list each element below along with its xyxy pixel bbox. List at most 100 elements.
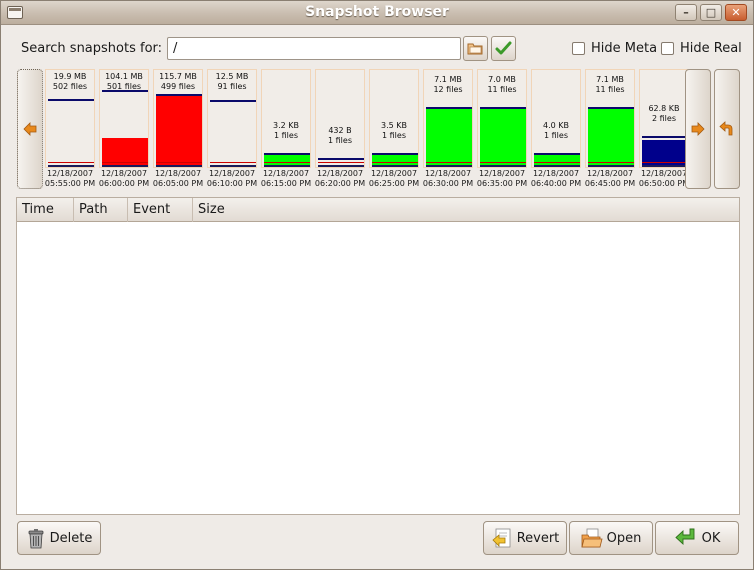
snapshot-total-marker <box>102 90 148 93</box>
snapshot-item[interactable]: 432 B1 files 12/18/2007 06:20:00 PM <box>314 69 366 188</box>
snapshot-item[interactable]: 7.1 MB 12 files 12/18/2007 06:30:00 PM <box>423 69 473 188</box>
snapshot-base-line <box>642 162 688 163</box>
snapshot-item[interactable]: 3.2 KB 1 files 12/18/2007 06:15:00 PM <box>261 69 311 188</box>
snapshot-date: 12/18/2007 <box>208 169 256 178</box>
snapshot-file-count: 502 files <box>52 82 88 91</box>
snapshot-bar-panel: 62.8 KB 2 files <box>639 69 689 168</box>
column-header-size[interactable]: Size <box>193 198 739 222</box>
snapshot-base-line <box>480 162 526 163</box>
hide-meta-label: Hide Meta <box>591 41 658 56</box>
open-button[interactable]: Open <box>569 521 653 555</box>
snapshot-size: 3.5 KB <box>381 121 407 131</box>
revert-button[interactable]: Revert <box>483 521 567 555</box>
revert-button-label: Revert <box>516 530 560 546</box>
snapshot-size: 7.1 MB <box>434 75 462 85</box>
hide-meta-checkbox-box[interactable] <box>572 42 585 55</box>
snapshot-browser-window: Snapshot Browser – □ ✕ Search snapshots … <box>0 0 754 570</box>
snapshot-time: 06:40:00 PM <box>530 179 582 188</box>
revert-icon <box>492 528 511 548</box>
snapshot-size: 7.1 MB <box>596 75 624 85</box>
snapshot-date: 12/18/2007 <box>316 169 364 178</box>
snapshot-base-line <box>264 162 310 163</box>
snapshot-size: 4.0 KB <box>543 121 569 131</box>
window-title: Snapshot Browser <box>305 4 449 20</box>
trash-icon <box>28 529 44 549</box>
snapshot-date: 12/18/2007 <box>424 169 472 178</box>
snapshot-date: 12/18/2007 <box>532 169 580 178</box>
snapshot-size: 432 B <box>328 126 352 136</box>
snapshot-base-line <box>588 162 634 163</box>
column-header-path[interactable]: Path <box>74 198 128 222</box>
snapshot-fill-bar <box>588 108 634 165</box>
hide-meta-checkbox[interactable]: Hide Meta <box>572 41 657 56</box>
snapshot-base-line <box>534 162 580 163</box>
snapshot-total-marker <box>642 136 688 139</box>
snapshot-item[interactable]: 7.1 MB 11 files 12/18/2007 06:45:00 PM <box>584 69 636 188</box>
snapshot-bar-panel: 115.7 MB 499 files <box>153 69 203 168</box>
undo-arrow-icon <box>719 121 733 136</box>
hide-real-checkbox-box[interactable] <box>661 42 674 55</box>
snapshot-baseline <box>642 165 688 167</box>
snapshot-item[interactable]: 7.0 MB 11 files 12/18/2007 06:35:00 PM <box>477 69 527 188</box>
snapshot-size: 104.1 MB <box>105 72 143 81</box>
snapshot-fill-bar <box>534 154 580 165</box>
snapshot-file-count: 11 files <box>595 85 625 95</box>
snapshot-fill-bar <box>372 154 418 165</box>
snapshot-total-marker <box>372 153 418 156</box>
snapshot-item[interactable]: 19.9 MB 502 files 12/18/2007 05:55:00 PM <box>45 69 95 188</box>
snapshot-item[interactable]: 3.5 KB 1 files 12/18/2007 06:25:00 PM <box>368 69 420 188</box>
snapshot-file-count: 1 files <box>382 131 406 141</box>
maximize-button[interactable]: □ <box>700 4 722 21</box>
snapshot-date: 12/18/2007 <box>640 169 688 178</box>
snapshot-time: 06:20:00 PM <box>314 179 366 188</box>
close-icon: ✕ <box>731 6 741 19</box>
open-button-label: Open <box>606 530 642 546</box>
snapshot-item[interactable]: 115.7 MB 499 files 12/18/2007 06:05:00 PM <box>153 69 203 188</box>
column-header-time[interactable]: Time <box>17 198 74 222</box>
previous-snapshots-button[interactable] <box>17 69 43 189</box>
event-table[interactable]: Time Path Event Size <box>16 197 740 515</box>
snapshot-date: 12/18/2007 <box>100 169 148 178</box>
snapshot-total-marker <box>426 107 472 110</box>
snapshot-base-line <box>102 162 148 163</box>
title-bar[interactable]: Snapshot Browser – □ ✕ <box>1 1 753 25</box>
next-snapshots-button[interactable] <box>685 69 711 189</box>
snapshot-total-marker <box>264 153 310 156</box>
snapshot-date: 12/18/2007 <box>46 169 94 178</box>
ok-button-label: OK <box>701 530 721 546</box>
browse-button[interactable] <box>463 36 488 61</box>
minimize-button[interactable]: – <box>675 4 697 21</box>
snapshot-baseline <box>102 165 148 167</box>
event-table-header: Time Path Event Size <box>17 198 739 222</box>
snapshot-item[interactable]: 12.5 MB 91 files 12/18/2007 06:10:00 PM <box>207 69 257 188</box>
snapshot-file-count: 12 files <box>433 85 463 95</box>
snapshot-time: 06:45:00 PM <box>584 179 636 188</box>
snapshot-item[interactable]: 104.1 MB 501 files 12/18/2007 06:00:00 PM <box>98 69 150 188</box>
close-button[interactable]: ✕ <box>725 4 747 21</box>
snapshot-file-count: 1 files <box>544 131 568 141</box>
snapshot-file-count: 91 files <box>217 82 247 91</box>
ok-button[interactable]: OK <box>655 521 739 555</box>
arrow-left-icon <box>23 122 37 136</box>
open-folder-icon <box>581 528 603 548</box>
snapshot-time: 06:00:00 PM <box>98 179 150 188</box>
apply-search-button[interactable] <box>491 36 516 61</box>
hide-real-label: Hide Real <box>680 41 742 56</box>
snapshot-bar-panel: 7.1 MB 12 files <box>423 69 473 168</box>
snapshot-time: 06:25:00 PM <box>368 179 420 188</box>
revert-strip-button[interactable] <box>714 69 740 189</box>
column-header-event[interactable]: Event <box>128 198 193 222</box>
snapshot-bar-panel: 7.0 MB 11 files <box>477 69 527 168</box>
snapshot-item[interactable]: 4.0 KB 1 files 12/18/2007 06:40:00 PM <box>530 69 582 188</box>
hide-real-checkbox[interactable]: Hide Real <box>661 41 742 56</box>
ok-arrow-icon <box>674 528 695 546</box>
snapshot-size: 12.5 MB <box>215 72 249 81</box>
delete-button[interactable]: Delete <box>17 521 101 555</box>
snapshot-file-count: 2 files <box>652 114 676 124</box>
snapshot-item[interactable]: 62.8 KB 2 files 12/18/2007 06:50:00 PM <box>639 69 689 188</box>
minimize-icon: – <box>683 6 689 19</box>
search-input[interactable] <box>167 37 461 60</box>
snapshot-total-marker <box>318 158 364 161</box>
snapshot-total-marker <box>588 107 634 110</box>
delete-button-label: Delete <box>49 530 93 546</box>
